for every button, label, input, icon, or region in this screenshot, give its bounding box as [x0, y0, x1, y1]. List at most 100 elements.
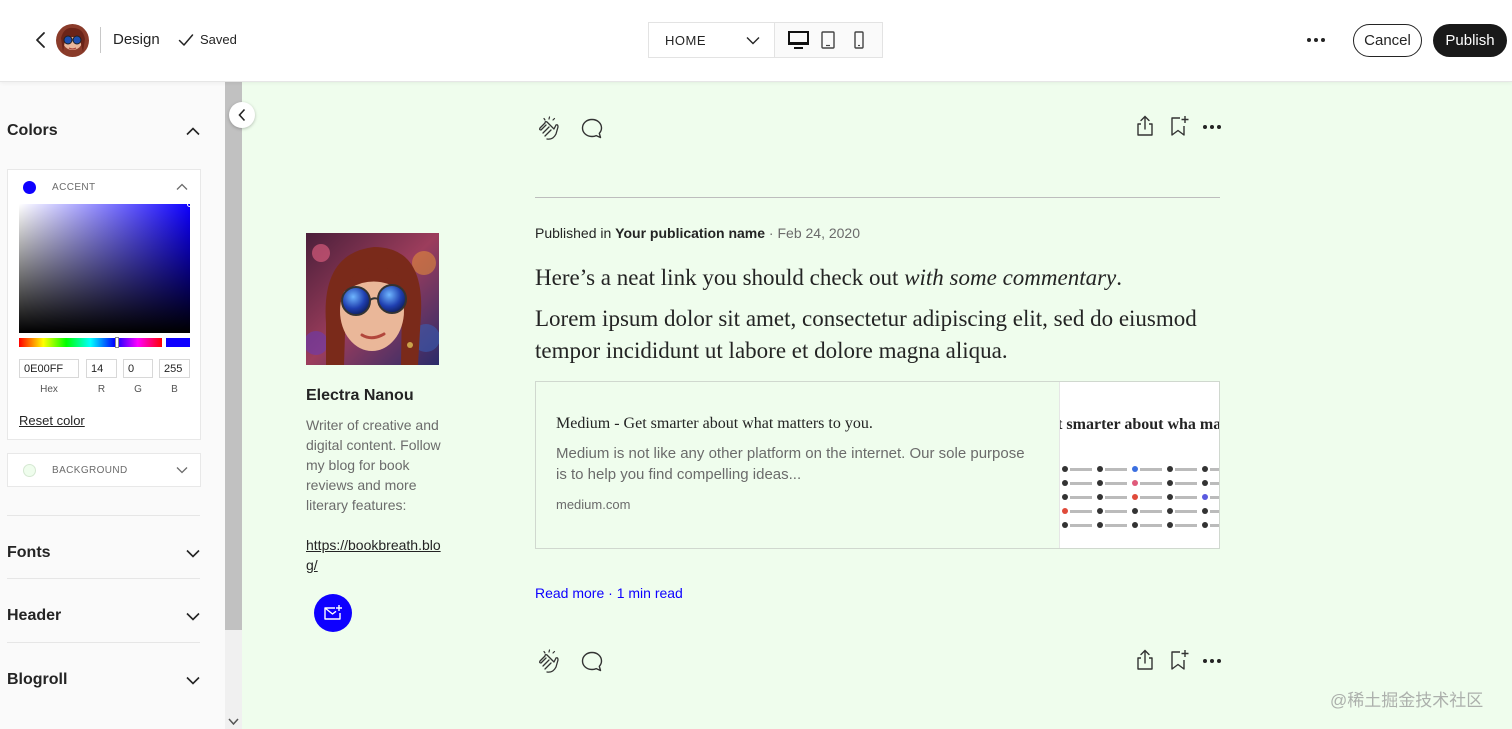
share-icon[interactable]: [1134, 114, 1156, 138]
header-section-header[interactable]: Header: [7, 607, 200, 625]
more-options-icon[interactable]: [1304, 30, 1328, 50]
section-title: Design: [113, 31, 160, 48]
tablet-view-icon[interactable]: [815, 27, 841, 53]
section-divider: [7, 515, 200, 516]
saturation-handle[interactable]: [187, 202, 192, 207]
chevron-down-icon: [746, 36, 760, 44]
read-more-link[interactable]: Read more · 1 min read: [535, 585, 683, 601]
background-swatch: [23, 463, 36, 477]
back-arrow-icon[interactable]: [30, 29, 52, 51]
design-sidebar: Colors ACCENT Hex R G B Reset color BACK…: [0, 82, 225, 729]
preview-controls: HOME: [648, 22, 883, 58]
chevron-down-icon: [186, 549, 200, 558]
scroll-down-arrow-icon[interactable]: [228, 717, 239, 726]
sidebar-scrollbar[interactable]: [225, 82, 242, 729]
more-options-icon[interactable]: [1201, 119, 1223, 135]
chevron-left-icon: [238, 108, 246, 122]
link-preview-text: Medium - Get smarter about what matters …: [536, 382, 1059, 548]
more-options-icon[interactable]: [1201, 653, 1223, 669]
post-title-italic: with some commentary: [904, 265, 1117, 290]
accent-color-toggle[interactable]: ACCENT: [8, 170, 200, 204]
chevron-up-icon: [176, 183, 188, 190]
author-bio: Writer of creative and digital content. …: [306, 417, 441, 513]
post-title-end: .: [1116, 265, 1123, 290]
post-date: · Feb 24, 2020: [765, 225, 860, 241]
link-preview-domain: medium.com: [556, 497, 631, 512]
blogroll-heading: Blogroll: [7, 671, 68, 688]
author-name: Electra Nanou: [306, 387, 414, 404]
post-divider: [535, 197, 1220, 198]
page-select-dropdown[interactable]: HOME: [649, 23, 775, 57]
accent-swatch: [23, 180, 36, 194]
colors-heading: Colors: [7, 122, 58, 139]
blue-label: B: [171, 384, 178, 395]
link-preview-thumbnail: et smarter about wha matters to you.: [1059, 382, 1219, 548]
hex-label: Hex: [40, 384, 58, 395]
comment-icon[interactable]: [579, 649, 605, 675]
red-input[interactable]: [86, 359, 117, 378]
watermark-text: @稀土掘金技术社区: [1330, 691, 1484, 710]
collapse-sidebar-button[interactable]: [229, 102, 255, 128]
mail-plus-icon: [324, 605, 342, 620]
saved-label: Saved: [200, 32, 237, 47]
save-status: Saved: [178, 32, 237, 47]
clap-icon[interactable]: [534, 648, 562, 676]
bookmark-add-icon[interactable]: [1168, 648, 1190, 672]
bookmark-add-icon[interactable]: [1168, 114, 1190, 138]
post-excerpt: Lorem ipsum dolor sit amet, consectetur …: [535, 306, 1197, 363]
fonts-section-header[interactable]: Fonts: [7, 544, 200, 562]
saturation-picker[interactable]: [19, 202, 192, 333]
blogroll-section-header[interactable]: Blogroll: [7, 671, 200, 689]
post-title-text: Here’s a neat link you should check out: [535, 265, 905, 290]
scrollbar-thumb[interactable]: [225, 82, 242, 630]
chevron-down-icon: [176, 467, 188, 474]
accent-color-panel: ACCENT Hex R G B Reset color: [7, 169, 201, 440]
chevron-down-icon: [186, 676, 200, 685]
topbar-divider: [100, 27, 101, 53]
thumbnail-topic-chips: [1060, 466, 1219, 536]
published-in-label: Published in: [535, 225, 616, 241]
link-preview-card[interactable]: Medium - Get smarter about what matters …: [535, 381, 1220, 549]
section-divider: [7, 642, 200, 643]
mobile-view-icon[interactable]: [846, 27, 872, 53]
cancel-button[interactable]: Cancel: [1353, 24, 1422, 57]
desktop-view-icon[interactable]: [785, 27, 811, 53]
chevron-up-icon: [186, 126, 200, 135]
hue-handle[interactable]: [115, 337, 119, 348]
author-photo: [306, 233, 439, 365]
red-label: R: [97, 384, 106, 395]
post-title[interactable]: Here’s a neat link you should check out …: [535, 262, 1225, 294]
publication-name[interactable]: Your publication name: [615, 225, 765, 241]
color-preview: [166, 338, 190, 347]
background-label: BACKGROUND: [52, 464, 128, 476]
background-color-toggle[interactable]: BACKGROUND: [7, 453, 201, 487]
device-toggle: [775, 23, 882, 57]
chevron-down-icon: [186, 612, 200, 621]
email-subscribe-button[interactable]: [314, 594, 352, 632]
hex-input[interactable]: [19, 359, 79, 378]
blue-input[interactable]: [159, 359, 190, 378]
fonts-heading: Fonts: [7, 544, 51, 561]
green-label: G: [134, 384, 142, 395]
publish-button[interactable]: Publish: [1433, 24, 1507, 57]
user-avatar[interactable]: [56, 24, 89, 57]
comment-icon[interactable]: [579, 116, 605, 142]
share-icon[interactable]: [1134, 648, 1156, 672]
link-preview-title: Medium - Get smarter about what matters …: [556, 415, 873, 432]
colors-section-header[interactable]: Colors: [7, 122, 200, 140]
blog-preview-canvas: Electra Nanou Writer of creative and dig…: [242, 82, 1512, 729]
author-website-link[interactable]: https://bookbreath.blog/: [306, 535, 442, 575]
thumbnail-headline: et smarter about wha matters to you.: [1060, 416, 1219, 433]
section-divider: [7, 578, 200, 579]
hue-slider[interactable]: [19, 337, 162, 348]
reset-color-link[interactable]: Reset color: [19, 413, 85, 428]
green-input[interactable]: [123, 359, 153, 378]
link-preview-description: Medium is not like any other platform on…: [556, 445, 1025, 483]
checkmark-icon: [178, 33, 194, 46]
page-select-value: HOME: [665, 32, 706, 48]
publication-meta: Published in Your publication name · Feb…: [535, 225, 860, 241]
editor-topbar: Design Saved HOME Cancel Publish: [0, 0, 1512, 82]
header-heading: Header: [7, 607, 62, 624]
accent-label: ACCENT: [52, 181, 96, 193]
clap-icon[interactable]: [534, 115, 562, 143]
